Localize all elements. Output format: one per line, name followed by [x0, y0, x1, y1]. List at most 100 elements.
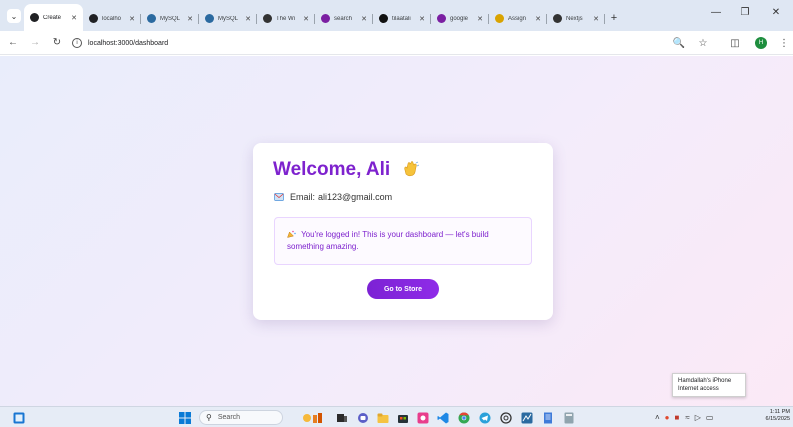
zoom-icon: 🔍	[672, 37, 686, 49]
tab-close-icon[interactable]: ✕	[419, 15, 425, 23]
wifi-icon[interactable]: ≈	[685, 413, 689, 422]
back-button[interactable]: ←	[4, 34, 22, 52]
extensions-button[interactable]: ◫	[726, 34, 744, 52]
browser-tab[interactable]: localho ✕	[83, 6, 141, 31]
folder-icon	[377, 413, 388, 423]
bookmark-button[interactable]: ☆	[694, 34, 712, 52]
chrome-button[interactable]	[457, 411, 470, 424]
vscode-icon	[437, 412, 448, 423]
file-explorer-button[interactable]	[376, 411, 389, 424]
checkbox-icon	[321, 14, 330, 23]
teams-chat-button[interactable]	[356, 411, 369, 424]
tab-close-icon[interactable]: ✕	[535, 15, 541, 23]
minimize-button[interactable]: —	[702, 0, 730, 25]
new-tab-button[interactable]: +	[605, 6, 623, 30]
network-tooltip: Hamdallah's iPhone Internet access	[672, 373, 746, 397]
profile-button[interactable]: H	[752, 34, 770, 52]
chat-icon	[357, 412, 368, 423]
reload-button[interactable]: ↻	[48, 34, 66, 52]
tab-close-icon[interactable]: ✕	[187, 15, 193, 23]
mysql-icon	[147, 14, 156, 23]
browser-tab[interactable]: tilaatali ✕	[373, 6, 431, 31]
tab-close-icon[interactable]: ✕	[361, 15, 367, 23]
tab-close-icon[interactable]: ✕	[593, 15, 599, 23]
tab-close-icon[interactable]: ✕	[71, 14, 77, 22]
github-icon	[379, 14, 388, 23]
browser-menu-button[interactable]: ⋮	[775, 34, 793, 52]
mysql-icon	[521, 412, 532, 423]
store-app-button[interactable]	[396, 411, 409, 424]
widgets-button[interactable]	[12, 411, 25, 424]
taskbar-search-box[interactable]: ⚲ Search	[199, 410, 283, 425]
battery-icon[interactable]: ▭	[706, 413, 714, 422]
tab-close-icon[interactable]: ✕	[245, 15, 251, 23]
browser-tab[interactable]: google ✕	[431, 6, 489, 31]
clock-date: 6/15/2025	[765, 416, 790, 422]
tooltip-status: Internet access	[678, 386, 719, 392]
browser-tab[interactable]: Create ✕	[24, 4, 83, 31]
chatgpt-icon	[499, 411, 512, 424]
mysql-workbench-button[interactable]	[520, 411, 533, 424]
globe-dark-icon	[89, 14, 98, 23]
telegram-button[interactable]	[478, 411, 491, 424]
tray-app-icon[interactable]: ●	[665, 413, 670, 422]
photos-icon	[417, 412, 428, 423]
tab-title: Create	[43, 14, 62, 21]
minimize-icon: —	[711, 7, 721, 18]
browser-tab[interactable]: Assign ✕	[489, 6, 547, 31]
tab-list: Create ✕ localho ✕ MySQL ✕ MySQL ✕ The Wi ✕ search…	[24, 4, 605, 31]
chrome-icon	[458, 412, 469, 423]
zoom-button[interactable]: 🔍	[670, 34, 688, 52]
start-button[interactable]	[178, 411, 191, 424]
site-info-icon[interactable]: i	[72, 38, 82, 48]
close-window-button[interactable]: ✕	[762, 0, 790, 25]
calculator-button[interactable]	[562, 411, 575, 424]
browser-tab[interactable]: search ✕	[315, 6, 373, 31]
chevron-up-icon[interactable]: ˄	[655, 413, 660, 422]
tab-title: The Wi	[276, 15, 296, 22]
url-text: localhost:3000/dashboard	[88, 39, 169, 47]
photos-app-button[interactable]	[416, 411, 429, 424]
weather-widget-icon	[303, 412, 322, 423]
search-placeholder: Search	[217, 414, 241, 421]
close-icon: ✕	[771, 7, 781, 18]
book-icon	[263, 14, 272, 23]
store-bag-icon	[397, 414, 408, 423]
volume-icon[interactable]: ▷	[695, 413, 701, 422]
tab-close-icon[interactable]: ✕	[303, 15, 309, 23]
browser-tab-strip: ⌄ Create ✕ localho ✕ MySQL ✕ MySQL ✕ The Wi ✕ sear…	[0, 0, 793, 31]
notice-text: You're logged in! This is your dashboard…	[287, 230, 489, 251]
tray-app-icon[interactable]: ■	[675, 413, 680, 422]
tab-title: MySQL	[218, 15, 239, 22]
go-to-store-button[interactable]: Go to Store	[367, 279, 439, 299]
task-view-button[interactable]	[335, 411, 348, 424]
taskbar-widget-news[interactable]	[298, 411, 328, 424]
notepad-button[interactable]	[541, 411, 554, 424]
avatar: H	[755, 37, 767, 49]
windows-taskbar: ⚲ Search ˄ ● ■ ≈ ▷ ▭ 1:11 PM 6/15/2025	[0, 406, 793, 427]
search-icon: ⚲	[206, 413, 212, 422]
taskbar-clock[interactable]: 1:11 PM 6/15/2025	[758, 409, 792, 426]
restore-button[interactable]: ❐	[731, 0, 759, 25]
browser-tab[interactable]: MySQL ✕	[141, 6, 199, 31]
address-bar[interactable]: i localhost:3000/dashboard	[72, 35, 697, 51]
tab-title: Nextjs	[566, 15, 583, 22]
globe-dark-icon	[30, 13, 39, 22]
email-row: Email: ali123@gmail.com	[274, 192, 392, 202]
tab-title: localho	[102, 15, 122, 22]
forward-button[interactable]: →	[26, 34, 44, 52]
logged-in-notice: You're logged in! This is your dashboard…	[274, 217, 532, 265]
tab-title: google	[450, 15, 469, 22]
calculator-icon	[564, 412, 573, 423]
welcome-text: Welcome, Ali	[273, 159, 391, 180]
chatgpt-button[interactable]	[499, 411, 512, 424]
tab-close-icon[interactable]: ✕	[129, 15, 135, 23]
browser-tab[interactable]: The Wi ✕	[257, 6, 315, 31]
browser-tab[interactable]: Nextjs ✕	[547, 6, 605, 31]
windows-start-icon	[178, 411, 191, 424]
clock-time: 1:11 PM	[769, 409, 790, 415]
vscode-button[interactable]	[436, 411, 449, 424]
tab-close-icon[interactable]: ✕	[477, 15, 483, 23]
browser-tab[interactable]: MySQL ✕	[199, 6, 257, 31]
tab-search-button[interactable]: ⌄	[4, 4, 24, 28]
